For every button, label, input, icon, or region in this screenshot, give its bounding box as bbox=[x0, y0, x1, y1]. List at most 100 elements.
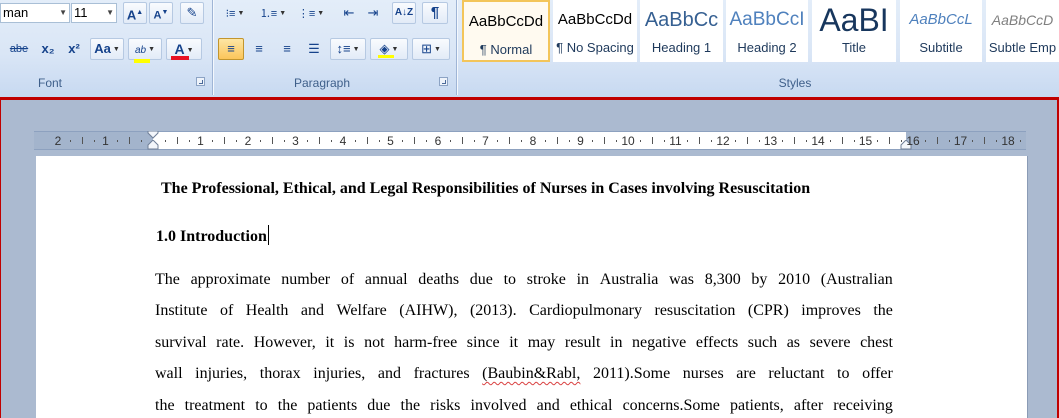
change-case-button[interactable]: Aa ▼ bbox=[90, 38, 124, 60]
ruler-tick bbox=[461, 137, 463, 144]
style-sample: AaBbCcD bbox=[991, 12, 1054, 28]
word: reluctant bbox=[768, 365, 825, 382]
ruler-number: 5 bbox=[387, 134, 394, 148]
style-title[interactable]: AaBI Title bbox=[812, 0, 896, 62]
word: survival bbox=[155, 334, 207, 351]
superscript-button[interactable]: x² bbox=[62, 38, 86, 60]
ruler-tick bbox=[853, 140, 855, 142]
word: are bbox=[736, 365, 756, 382]
ruler-tick bbox=[319, 137, 321, 144]
word: in bbox=[576, 271, 590, 288]
ruler-tick bbox=[616, 140, 618, 142]
line-spacing-button[interactable]: ↕≡ ▼ bbox=[330, 38, 366, 60]
word: since bbox=[466, 334, 500, 351]
ruler-tick bbox=[794, 137, 796, 144]
grow-font-button[interactable]: A▲ bbox=[123, 2, 147, 24]
ruler-tick bbox=[307, 140, 309, 142]
show-formatting-button[interactable]: ¶ bbox=[422, 2, 448, 24]
word: annual bbox=[364, 271, 408, 288]
chevron-down-icon[interactable]: ▼ bbox=[59, 4, 67, 22]
font-size-combo[interactable]: 11 ▼ bbox=[71, 3, 117, 23]
word: improves bbox=[801, 302, 861, 319]
paragraph-dialog-launcher-icon[interactable] bbox=[439, 77, 448, 86]
font-color-button[interactable]: A ▼ bbox=[166, 38, 202, 60]
ruler-tick bbox=[984, 137, 986, 144]
word: the bbox=[873, 302, 893, 319]
paragraph-line: wall injuries, thorax injuries, and fractures… bbox=[155, 364, 893, 384]
font-name-combo[interactable]: man ▼ bbox=[0, 3, 70, 23]
paragraph-line: The approximate number of annual deaths due to s… bbox=[155, 270, 893, 290]
horizontal-ruler[interactable]: 2 1 1 2 3 4 5 6 7 8 9 10 11 12 13 14 15 16 17 18 bbox=[34, 131, 1026, 150]
word: harm-free bbox=[394, 334, 458, 351]
text-cursor bbox=[267, 225, 269, 245]
highlight-button[interactable]: ab ▼ bbox=[128, 38, 162, 63]
ruler-tick bbox=[556, 137, 558, 144]
subscript-button[interactable]: x₂ bbox=[36, 38, 60, 60]
ruler-tick bbox=[711, 140, 713, 142]
align-center-button[interactable]: ≡ bbox=[246, 38, 272, 60]
ruler-tick bbox=[604, 137, 606, 144]
style-heading-1[interactable]: AaBbCc Heading 1 bbox=[640, 0, 723, 62]
document-title: The Professional, Ethical, and Legal Res… bbox=[161, 180, 811, 197]
ruler-number: 16 bbox=[906, 134, 920, 148]
style-no-spacing[interactable]: AaBbCcDd ¶ No Spacing bbox=[553, 0, 637, 62]
heading-number: 1.0 bbox=[156, 228, 176, 245]
ruler-tick bbox=[378, 140, 380, 142]
align-left-button[interactable]: ≡ bbox=[218, 38, 244, 60]
ruler-tick bbox=[877, 140, 879, 142]
align-right-button[interactable]: ≡ bbox=[274, 38, 300, 60]
word: rate. bbox=[216, 334, 245, 351]
ruler-tick bbox=[972, 140, 974, 142]
section-heading: 1.0 Introduction bbox=[156, 225, 269, 246]
font-group-label: Font bbox=[37, 76, 62, 90]
bullets-button[interactable]: ⁝≡ ▼ bbox=[218, 2, 252, 24]
ribbon: man ▼ 11 ▼ A▲ A▼ ✎ abe x₂ x² Aa ▼ ab ▼ A … bbox=[0, 0, 1059, 97]
shrink-font-button[interactable]: A▼ bbox=[149, 2, 173, 24]
word: such bbox=[747, 334, 778, 351]
multilevel-list-button[interactable]: ⋮≡ ▼ bbox=[294, 2, 328, 24]
pilcrow-icon: ¶ bbox=[430, 4, 440, 21]
first-line-indent-marker[interactable] bbox=[147, 131, 159, 139]
document-page[interactable]: The Professional, Ethical, and Legal Res… bbox=[36, 156, 1027, 418]
word: The bbox=[155, 271, 180, 288]
word: injuries, bbox=[195, 365, 248, 382]
ruler-tick bbox=[806, 140, 808, 142]
ruler-tick bbox=[271, 137, 273, 144]
borders-button[interactable]: ⊞ ▼ bbox=[412, 38, 450, 60]
ruler-tick bbox=[414, 137, 416, 144]
increase-indent-button[interactable]: ⇥ bbox=[362, 2, 384, 24]
style-normal[interactable]: AaBbCcDd ¶ Normal bbox=[462, 0, 550, 62]
ruler-tick bbox=[758, 140, 760, 142]
style-subtitle[interactable]: AaBbCcL Subtitle bbox=[900, 0, 982, 62]
subscript-icon: x₂ bbox=[41, 41, 55, 56]
font-dialog-launcher-icon[interactable] bbox=[196, 77, 205, 86]
style-name: Subtitle bbox=[919, 40, 963, 55]
justify-button[interactable]: ☰ bbox=[302, 38, 326, 60]
ruler-tick bbox=[889, 137, 891, 144]
word: to bbox=[837, 365, 850, 382]
hanging-indent-marker[interactable] bbox=[147, 140, 159, 150]
paragraph-line: Institute of Health and Welfare (AIHW), (2013)… bbox=[155, 301, 893, 321]
word: (AIHW), bbox=[399, 302, 458, 319]
word: negative bbox=[632, 334, 687, 351]
sort-button[interactable]: A↓Z bbox=[392, 2, 416, 24]
shading-button[interactable]: ◈ ▼ bbox=[370, 38, 408, 60]
ruler-number: 10 bbox=[621, 134, 635, 148]
chevron-down-icon[interactable]: ▼ bbox=[106, 4, 114, 22]
ruler-tick bbox=[782, 140, 784, 142]
word: was bbox=[669, 271, 694, 288]
word: severe bbox=[809, 334, 851, 351]
word: chest bbox=[860, 334, 893, 351]
ruler-number: 6 bbox=[434, 134, 442, 148]
style-sample: AaBbCcL bbox=[909, 11, 973, 28]
ruler-tick bbox=[497, 140, 499, 142]
clear-formatting-button[interactable]: ✎ bbox=[180, 2, 204, 24]
style-subtle-emphasis[interactable]: AaBbCcD Subtle Emp bbox=[986, 0, 1059, 62]
ruler-tick bbox=[639, 140, 641, 142]
strikethrough-button[interactable]: abe bbox=[5, 38, 33, 60]
line-spacing-icon: ↕≡ bbox=[336, 41, 351, 56]
ruler-tick bbox=[936, 137, 938, 144]
decrease-indent-button[interactable]: ⇤ bbox=[338, 2, 360, 24]
numbering-button[interactable]: ⒈≡ ▼ bbox=[256, 2, 290, 24]
style-heading-2[interactable]: AaBbCcI Heading 2 bbox=[726, 0, 808, 62]
